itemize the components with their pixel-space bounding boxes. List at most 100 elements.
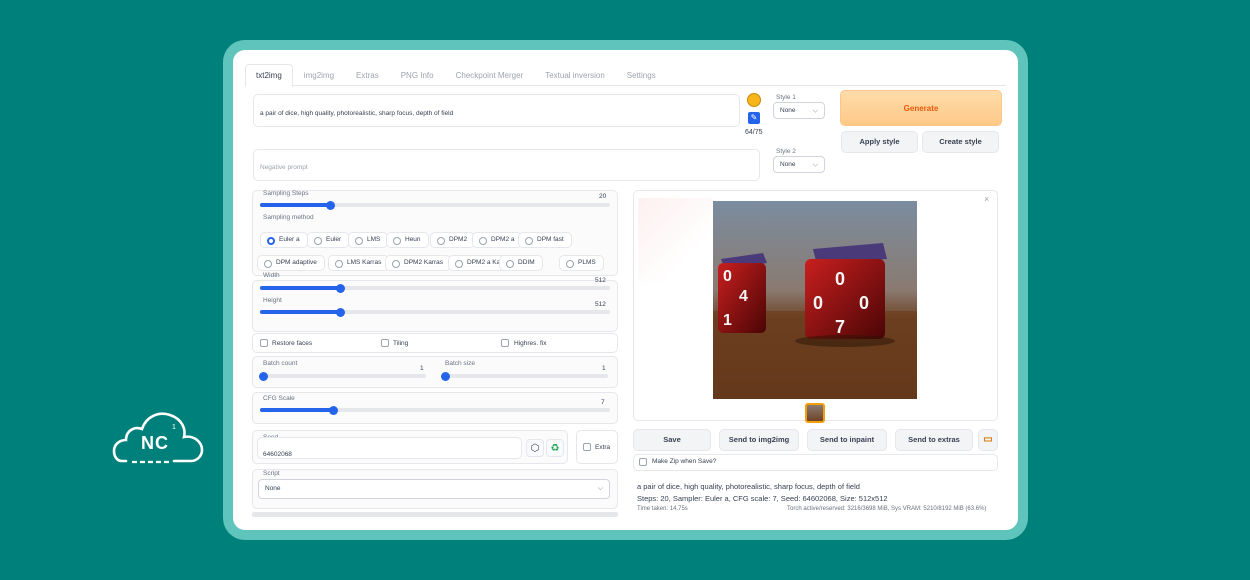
svg-text:0: 0 <box>859 293 869 313</box>
info-time: Time taken: 14.75s <box>637 506 688 512</box>
dice-image-icon: 0 4 1 0 0 0 7 <box>713 201 917 399</box>
slider-handle[interactable] <box>336 307 345 317</box>
prompt-input[interactable]: a pair of dice, high quality, photoreali… <box>253 94 740 127</box>
chevron-down-icon: ⌵ <box>597 485 603 492</box>
batch-count-value: 1 <box>420 365 424 372</box>
slider-handle[interactable] <box>336 283 345 293</box>
sampler-option-dpm-fast[interactable]: DPM fast <box>518 232 572 248</box>
svg-text:0: 0 <box>813 293 823 313</box>
sampler-option-label: Euler <box>326 236 342 243</box>
sampler-option-label: Heun <box>405 236 421 243</box>
info-vram: Torch active/reserved: 3216/3698 MiB, Sy… <box>787 506 987 512</box>
style2-select[interactable]: None ⌵ <box>773 156 825 173</box>
sampler-option-euler-a[interactable]: Euler a <box>260 232 308 248</box>
script-select[interactable]: None ⌵ <box>258 479 610 499</box>
slider-handle[interactable] <box>258 371 268 381</box>
sampler-option-dpm2-karras[interactable]: DPM2 Karras <box>385 255 452 271</box>
slider-handle[interactable] <box>325 200 335 210</box>
chevron-down-icon: ⌵ <box>812 107 818 114</box>
radio-dot-icon <box>525 236 533 245</box>
tab-img2img[interactable]: img2img <box>293 64 345 85</box>
height-slider[interactable] <box>260 307 610 317</box>
save-button[interactable]: Save <box>633 429 711 451</box>
radio-dot-icon <box>479 236 487 245</box>
height-value: 512 <box>595 301 606 308</box>
batch-size-slider[interactable] <box>440 371 608 381</box>
svg-text:1: 1 <box>723 312 732 329</box>
paint-palette-icon[interactable] <box>747 93 761 107</box>
highres-fix-checkbox[interactable] <box>501 339 509 347</box>
seed-input[interactable]: 64602068 <box>257 437 522 459</box>
restore-faces-checkbox[interactable] <box>260 339 268 347</box>
apply-style-button[interactable]: Apply style <box>841 131 918 153</box>
style2-label: Style 2 <box>776 148 796 155</box>
height-label: Height <box>263 297 282 304</box>
negative-prompt-placeholder: Negative prompt <box>260 164 308 171</box>
sampler-option-label: LMS <box>367 236 381 243</box>
sampling-steps-value: 20 <box>599 193 607 200</box>
sampler-option-label: Euler a <box>279 236 300 243</box>
left-panel-scroll-edge <box>252 512 618 517</box>
sampler-option-euler[interactable]: Euler <box>307 232 350 248</box>
create-style-button[interactable]: Create style <box>922 131 999 153</box>
dice-icon[interactable]: ⬡ <box>526 439 544 457</box>
batch-count-slider[interactable] <box>258 371 426 381</box>
edit-icon[interactable]: ✎ <box>748 112 760 124</box>
thumbnail[interactable] <box>805 403 825 423</box>
extra-checkbox[interactable] <box>583 443 591 451</box>
send-to-inpaint-button[interactable]: Send to inpaint <box>807 429 887 451</box>
style1-select[interactable]: None ⌵ <box>773 102 825 119</box>
tab-png-info[interactable]: PNG Info <box>390 64 445 85</box>
tab-settings[interactable]: Settings <box>616 64 667 85</box>
sampler-option-label: DDIM <box>518 259 535 266</box>
style2-value: None <box>780 161 796 168</box>
slider-fill <box>260 286 341 290</box>
sampler-option-dpm-adaptive[interactable]: DPM adaptive <box>257 255 325 271</box>
generated-image[interactable]: 0 4 1 0 0 0 7 <box>713 201 917 399</box>
radio-dot-icon <box>267 236 275 245</box>
slider-fill <box>260 310 341 314</box>
sampler-option-label: DPM2 a <box>491 236 515 243</box>
close-icon[interactable]: × <box>984 194 989 204</box>
radio-dot-icon <box>264 259 272 268</box>
send-to-extras-button[interactable]: Send to extras <box>895 429 973 451</box>
sampler-option-heun[interactable]: Heun <box>386 232 429 248</box>
tab-textual-inversion[interactable]: Textual inversion <box>534 64 616 85</box>
svg-text:7: 7 <box>835 317 845 337</box>
sampler-option-label: LMS Karras <box>347 259 382 266</box>
slider-handle[interactable] <box>440 371 450 381</box>
nc-cloud-logo: NC 1 <box>112 405 207 467</box>
tiling-checkbox[interactable] <box>381 339 389 347</box>
negative-prompt-input[interactable]: Negative prompt <box>253 149 760 181</box>
width-slider[interactable] <box>260 283 610 293</box>
logo-superscript: 1 <box>172 424 176 431</box>
slider-handle[interactable] <box>329 405 338 415</box>
sampler-option-dpm2-a[interactable]: DPM2 a <box>472 232 523 248</box>
ghost-image-preview <box>638 198 713 283</box>
recycle-icon[interactable]: ♻ <box>546 439 564 457</box>
sampler-option-plms[interactable]: PLMS <box>559 255 604 271</box>
svg-text:0: 0 <box>723 268 732 285</box>
radio-dot-icon <box>437 236 445 245</box>
tab-extras[interactable]: Extras <box>345 64 390 85</box>
extra-label: Extra <box>595 444 611 451</box>
sampling-steps-slider[interactable] <box>260 200 610 210</box>
sampler-option-lms-karras[interactable]: LMS Karras <box>328 255 390 271</box>
info-prompt: a pair of dice, high quality, photoreali… <box>637 482 860 491</box>
sampler-option-ddim[interactable]: DDIM <box>499 255 543 271</box>
radio-dot-icon <box>392 259 400 268</box>
chevron-down-icon: ⌵ <box>812 161 818 168</box>
sampler-option-dpm2[interactable]: DPM2 <box>430 232 476 248</box>
open-folder-icon[interactable]: ▭ <box>978 429 998 451</box>
batch-size-value: 1 <box>602 365 606 372</box>
sampler-option-lms[interactable]: LMS <box>348 232 389 248</box>
slider-fill <box>260 203 330 207</box>
radio-dot-icon <box>506 259 514 268</box>
cfg-scale-slider[interactable] <box>260 405 610 415</box>
generate-button[interactable]: Generate <box>840 90 1002 126</box>
style1-value: None <box>780 107 796 114</box>
tab-checkpoint-merger[interactable]: Checkpoint Merger <box>445 64 535 85</box>
send-to-img2img-button[interactable]: Send to img2img <box>719 429 799 451</box>
make-zip-checkbox[interactable] <box>639 458 647 466</box>
tab-txt2img[interactable]: txt2img <box>245 64 293 87</box>
